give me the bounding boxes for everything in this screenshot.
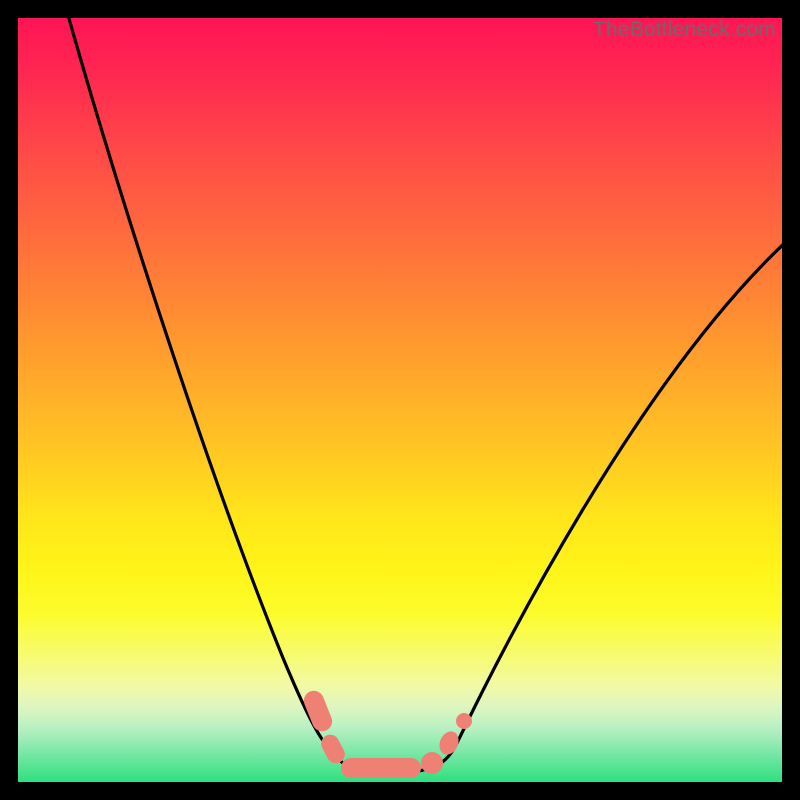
curve-layer — [18, 18, 782, 782]
watermark-text: TheBottleneck.com — [593, 18, 776, 42]
plot-area: TheBottleneck.com — [18, 18, 782, 782]
valley-marker — [301, 688, 472, 778]
chart-frame: TheBottleneck.com — [0, 0, 800, 800]
bottleneck-curve — [66, 18, 782, 773]
